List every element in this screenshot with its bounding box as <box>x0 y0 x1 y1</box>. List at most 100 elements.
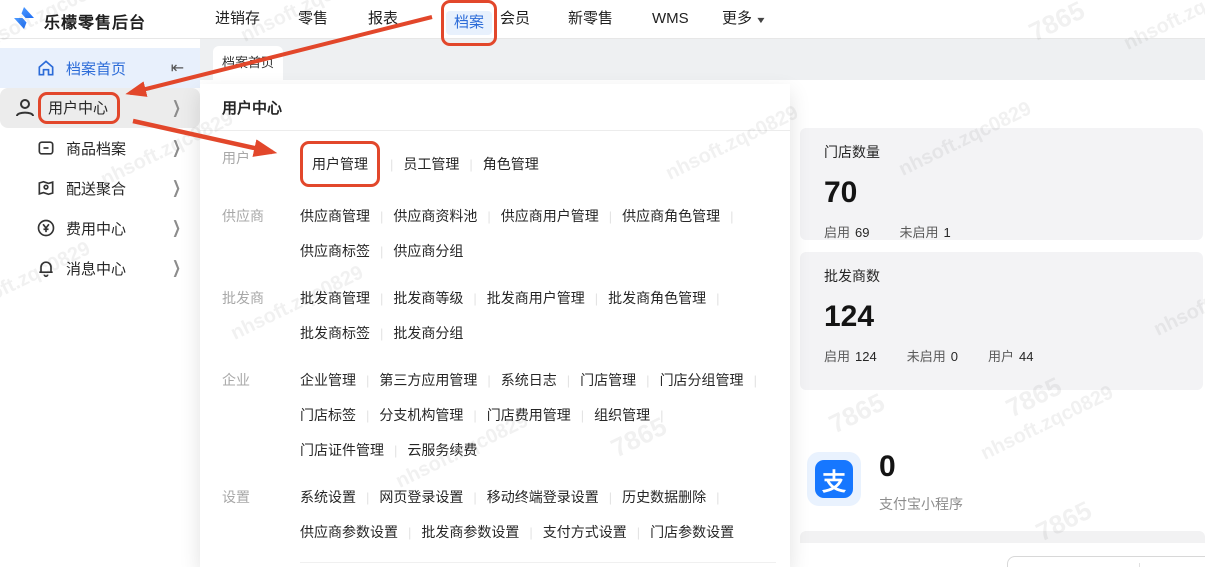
menu-item-系统设置[interactable]: 系统设置 <box>300 489 356 505</box>
bottom-panel-edge <box>1007 556 1205 567</box>
stat-label: 启用 <box>824 225 851 240</box>
sidebar-item-archive-home[interactable]: 档案首页 ⇤ <box>0 48 200 88</box>
menu-section-批发商: 批发商 批发商管理 | 批发商等级 | 批发商用户管理 | 批发商角色管理 | 批发商标签 | 批发商… <box>200 281 790 351</box>
menu-item-供应商参数设置[interactable]: 供应商参数设置 <box>300 524 398 540</box>
menu-section-供应商: 供应商 供应商管理 | 供应商资料池 | 供应商用户管理 | 供应商角色管理 | 供应商标签 | 供应… <box>200 199 790 269</box>
menu-item-门店参数设置[interactable]: 门店参数设置 <box>650 524 734 540</box>
user-icon <box>13 96 37 120</box>
menu-item-历史数据删除[interactable]: 历史数据删除 <box>622 489 706 505</box>
user-center-flyout-panel: 用户中心 用户 用户管理 | 员工管理 | 角色管理 供应商 供应商管理 | 供应商资料池 | 供应商… <box>200 84 790 567</box>
stat-启用: 启用 69 <box>824 222 869 241</box>
sidebar-item-label-wrap: 费用中心 <box>56 218 126 239</box>
separator: | <box>366 408 370 423</box>
menu-item-供应商管理[interactable]: 供应商管理 <box>300 208 370 224</box>
chevron-down-icon: ▼ <box>755 15 767 26</box>
separator: | <box>660 408 664 423</box>
menu-item-批发商标签[interactable]: 批发商标签 <box>300 325 370 341</box>
menu-row: 供应商标签 | 供应商分组 <box>300 234 776 269</box>
brand[interactable]: 乐檬零售后台 <box>12 6 146 35</box>
sidebar-item-goods-archive[interactable]: 商品档案 ❯ <box>0 128 200 168</box>
menu-item-门店分组管理[interactable]: 门店分组管理 <box>660 372 744 388</box>
sidebar-item-label-wrap: 档案首页 <box>56 58 126 79</box>
sidebar-item-message-center[interactable]: 消息中心 ❯ <box>0 248 200 288</box>
goods-archive-icon <box>36 138 56 158</box>
sidebar-item-label-wrap: 配送聚合 <box>56 178 126 199</box>
menu-item-组织管理[interactable]: 组织管理 <box>594 407 650 423</box>
menu-item-网页登录设置[interactable]: 网页登录设置 <box>379 489 463 505</box>
tab-archive-home[interactable]: 档案首页 <box>213 46 283 80</box>
menu-item-批发商分组[interactable]: 批发商分组 <box>393 325 463 341</box>
nav-item-6[interactable]: 新零售 <box>568 0 613 38</box>
nav-item-2[interactable]: 零售 <box>298 0 328 38</box>
nav-item-4[interactable]: 档案 <box>441 0 498 46</box>
nav-item-7[interactable]: WMS <box>652 0 689 38</box>
menu-item-供应商资料池[interactable]: 供应商资料池 <box>393 208 477 224</box>
menu-item-门店费用管理[interactable]: 门店费用管理 <box>487 407 571 423</box>
separator: | <box>529 525 533 540</box>
separator: | <box>608 209 613 224</box>
sidebar-item-label-wrap: 用户中心 <box>38 92 121 124</box>
menu-item-员工管理[interactable]: 员工管理 <box>403 156 459 172</box>
menu-item-云服务续费[interactable]: 云服务续费 <box>407 442 477 458</box>
separator: | <box>487 209 491 224</box>
menu-item-供应商角色管理[interactable]: 供应商角色管理 <box>622 208 720 224</box>
menu-item-批发商等级[interactable]: 批发商等级 <box>393 290 463 306</box>
stat-value: 0 <box>950 349 958 364</box>
separator: | <box>636 525 641 540</box>
menu-item-批发商管理[interactable]: 批发商管理 <box>300 290 370 306</box>
sidebar-item-label-wrap: 消息中心 <box>56 258 126 279</box>
menu-item-供应商标签[interactable]: 供应商标签 <box>300 243 370 259</box>
collapse-sidebar-icon[interactable]: ⇤ <box>171 58 184 78</box>
nav-item-8[interactable]: 更多 ▼ <box>722 0 767 38</box>
menu-category-label: 设置 <box>222 489 250 505</box>
menu-row: 门店证件管理 | 云服务续费 <box>300 433 776 468</box>
fee-yuan-icon <box>36 218 56 238</box>
nav-item-5[interactable]: 会员 <box>500 0 530 38</box>
sidebar-item-fee-center[interactable]: 费用中心 ❯ <box>0 208 200 248</box>
sidebar-item-label: 档案首页 <box>66 60 127 78</box>
sidebar-item-label-wrap: 商品档案 <box>56 138 126 159</box>
wholesaler-count-card[interactable]: 批发商数 124 启用 124 未启用 0 用户 44 <box>800 252 1203 390</box>
menu-item-门店证件管理[interactable]: 门店证件管理 <box>300 442 384 458</box>
sidebar-item-delivery[interactable]: 配送聚合 ❯ <box>0 168 200 208</box>
annotation-box-user-management: 用户管理 <box>300 141 380 187</box>
menu-item-供应商分组[interactable]: 供应商分组 <box>393 243 463 259</box>
stat-启用: 启用 124 <box>824 346 877 365</box>
separator: | <box>730 209 734 224</box>
menu-item-门店管理[interactable]: 门店管理 <box>580 372 636 388</box>
separator: | <box>473 408 477 423</box>
menu-row: 供应商管理 | 供应商资料池 | 供应商用户管理 | 供应商角色管理 | <box>300 199 776 234</box>
separator: | <box>487 373 491 388</box>
menu-rows: 用户管理 | 员工管理 | 角色管理 <box>300 141 790 187</box>
menu-item-角色管理[interactable]: 角色管理 <box>483 156 539 172</box>
menu-item-批发商用户管理[interactable]: 批发商用户管理 <box>487 290 585 306</box>
store-count-card[interactable]: 门店数量 70 启用 69 未启用 1 <box>800 128 1203 240</box>
alipay-icon: 支 <box>807 452 861 506</box>
menu-item-企业管理[interactable]: 企业管理 <box>300 372 356 388</box>
menu-item-批发商参数设置[interactable]: 批发商参数设置 <box>421 524 519 540</box>
menu-item-供应商用户管理[interactable]: 供应商用户管理 <box>501 208 599 224</box>
menu-item-批发商角色管理[interactable]: 批发商角色管理 <box>608 290 706 306</box>
menu-item-第三方应用管理[interactable]: 第三方应用管理 <box>379 372 477 388</box>
menu-rows: 系统设置 | 网页登录设置 | 移动终端登录设置 | 历史数据删除 | 供应商参数设置 | 批发商参… <box>300 480 790 550</box>
nav-item-3[interactable]: 报表 <box>368 0 398 38</box>
separator: | <box>580 408 585 423</box>
menu-item-门店标签[interactable]: 门店标签 <box>300 407 356 423</box>
menu-item-移动终端登录设置[interactable]: 移动终端登录设置 <box>487 489 599 505</box>
menu-item-分支机构管理[interactable]: 分支机构管理 <box>379 407 463 423</box>
stat-value: 44 <box>1018 349 1034 364</box>
nav-item-1[interactable]: 进销存 <box>215 0 260 38</box>
menu-row: 批发商标签 | 批发商分组 <box>300 316 776 351</box>
separator: | <box>380 209 384 224</box>
menu-item-系统日志[interactable]: 系统日志 <box>501 372 557 388</box>
separator: | <box>394 443 398 458</box>
alipay-miniapp-block[interactable]: 支 0 支付宝小程序 <box>807 450 963 514</box>
separator: | <box>380 291 384 306</box>
sidebar-item-user-center[interactable]: 用户中心 ❯ <box>0 88 200 128</box>
separator: | <box>566 373 571 388</box>
menu-item-支付方式设置[interactable]: 支付方式设置 <box>543 524 627 540</box>
menu-item-用户管理[interactable]: 用户管理 <box>312 156 368 172</box>
card-title: 门店数量 <box>824 144 880 160</box>
chevron-right-icon: ❯ <box>172 137 181 158</box>
message-bell-icon <box>36 258 56 278</box>
